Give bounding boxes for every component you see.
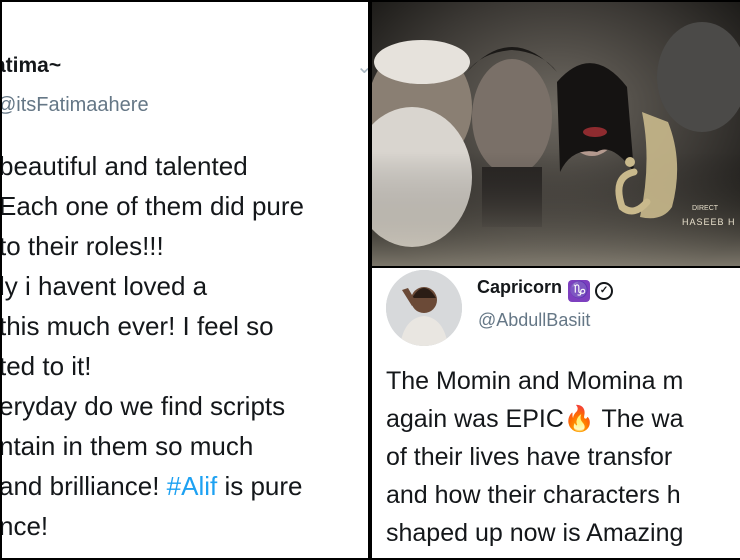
tweet-line: ntain in them so much [2,431,254,461]
tweet-line: nce! [2,511,49,541]
left-tweet-text: beautiful and talented Each one of them … [2,146,368,546]
left-tweet-card: atima~ @itsFatimaahere ⌄ beautiful and t… [2,2,368,558]
avatar[interactable] [386,270,462,346]
tweet-line: to their roles!!! [2,231,164,261]
tweet-line: this much ever! I feel so [2,311,274,341]
tweet-line: ted to it! [2,351,92,381]
avatar-photo [386,270,462,346]
tweet-line: and how their characters h [386,481,681,509]
tweet-line-text: The wa [595,405,684,433]
capricorn-icon: ♑ [568,280,591,302]
tweet-line: The Momin and Momina m [386,367,684,395]
tweet-line: ly i havent loved a [2,271,208,301]
tweet-line: beautiful and talented [2,151,248,181]
tweet-line: and brilliance! #Alif is pure [2,466,368,506]
left-tweet-display-name[interactable]: atima~ [2,54,61,78]
tweet-line: eryday do we find scripts [2,391,286,421]
hashtag-link[interactable]: #Alif [167,471,218,501]
left-tweet-handle[interactable]: @itsFatimaahere [2,94,149,117]
poster-director-label: DIRECT [692,205,719,212]
right-tweet-text: The Momin and Momina m again was EPIC🔥 T… [386,362,740,552]
tweet-line: Each one of them did pure [2,191,304,221]
display-name-text: Capricorn [477,277,563,297]
fire-icon: 🔥 [563,405,596,433]
tweet-line-text: and brilliance! [2,471,167,501]
tweet-line-text: is pure [217,471,303,501]
badge-icon: ✓ [595,282,614,300]
tweet-line: again was EPIC🔥 The wa [386,400,740,438]
chevron-down-icon[interactable]: ⌄ [356,54,368,79]
right-tweet-display-name[interactable]: Capricorn ♑ ✓ [477,277,614,302]
tweet-line: shaped up now is Amazing [386,519,684,547]
right-tweet-card: Capricorn ♑ ✓ @AbdullBasiit The Momin and … [372,268,740,558]
poster-director-name: HASEEB H [682,217,736,227]
tweet-line-text: again was EPIC [386,405,564,433]
drama-poster-image[interactable]: DIRECT HASEEB H [372,2,740,266]
right-tweet-handle[interactable]: @AbdullBasiit [478,310,590,331]
tweet-line: of their lives have transfor [386,443,673,471]
